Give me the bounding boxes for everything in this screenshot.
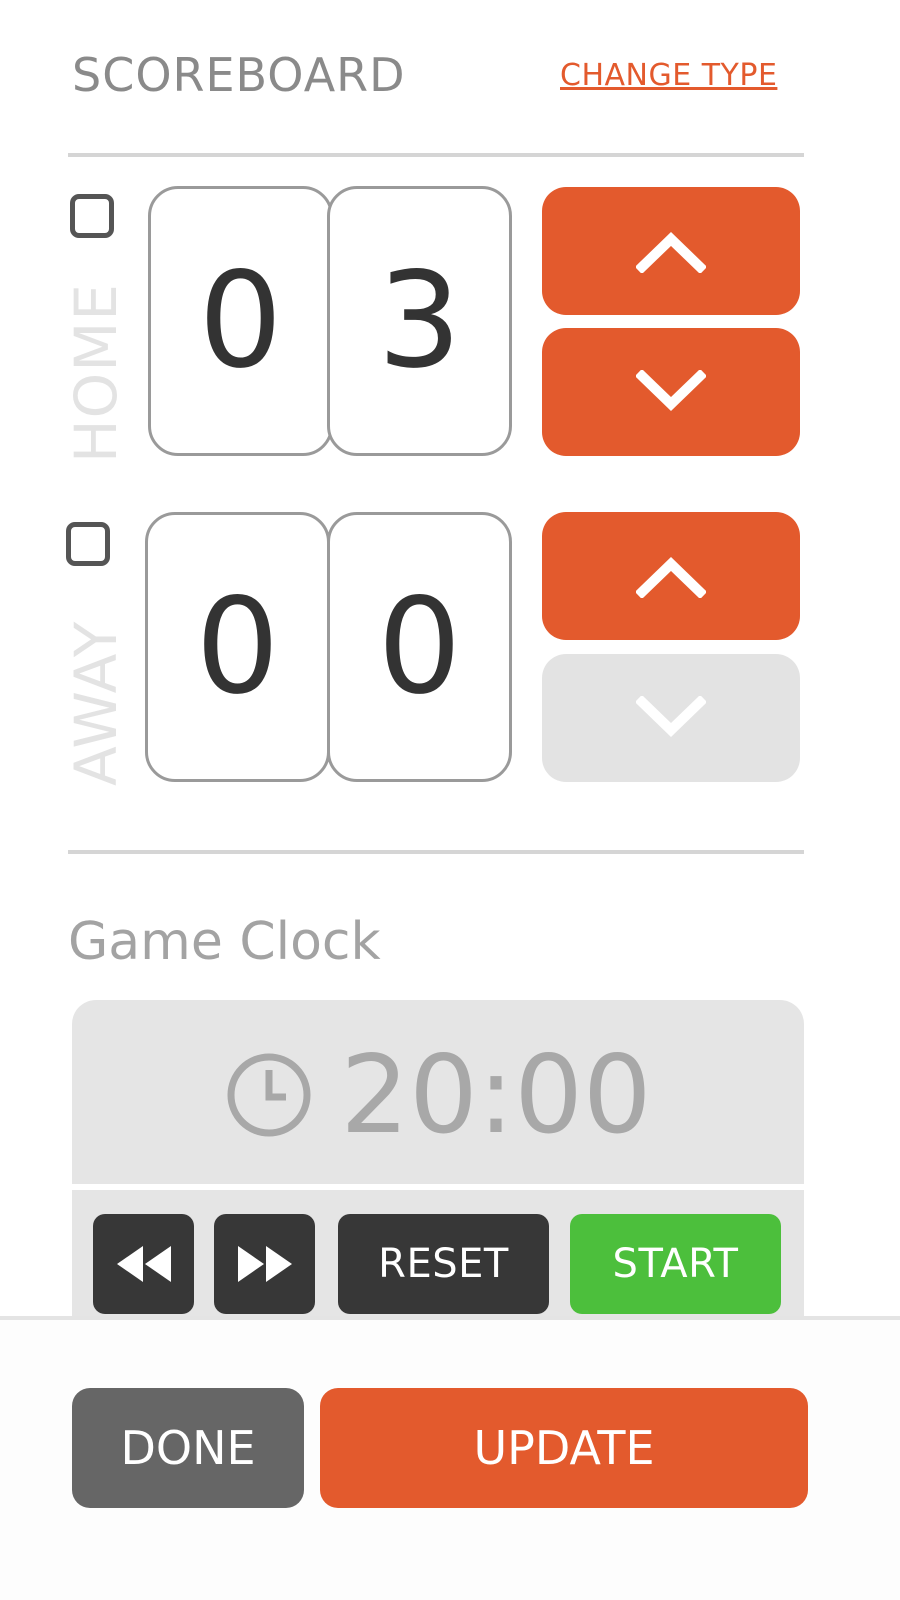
home-increment-button[interactable] <box>542 187 800 315</box>
away-increment-button[interactable] <box>542 512 800 640</box>
home-checkbox[interactable] <box>70 194 114 238</box>
game-clock-display[interactable]: 20:00 <box>72 1030 804 1160</box>
start-button[interactable]: START <box>570 1214 781 1314</box>
page-title: SCOREBOARD <box>72 48 406 102</box>
reset-button[interactable]: RESET <box>338 1214 549 1314</box>
away-checkbox[interactable] <box>66 522 110 566</box>
rewind-icon <box>116 1246 171 1282</box>
update-button[interactable]: UPDATE <box>320 1388 808 1508</box>
fast-forward-button[interactable] <box>214 1214 315 1314</box>
away-score-ones-digit: 0 <box>327 512 512 782</box>
chevron-down-icon <box>636 696 706 737</box>
chevron-up-icon <box>636 232 706 273</box>
rewind-button[interactable] <box>93 1214 194 1314</box>
change-type-link[interactable]: CHANGE TYPE <box>560 58 777 93</box>
game-clock-time: 20:00 <box>340 1032 652 1158</box>
middle-divider <box>68 850 804 854</box>
home-score-tens-digit: 0 <box>148 186 333 456</box>
clock-icon <box>227 1053 311 1137</box>
home-label: HOME <box>62 283 130 463</box>
top-divider <box>68 153 804 157</box>
done-button[interactable]: DONE <box>72 1388 304 1508</box>
home-decrement-button[interactable] <box>542 328 800 456</box>
game-clock-title: Game Clock <box>68 912 381 972</box>
home-score-ones-digit: 3 <box>327 186 512 456</box>
fast-forward-icon <box>237 1246 292 1282</box>
away-label: AWAY <box>62 620 130 786</box>
chevron-up-icon <box>636 557 706 598</box>
away-score-tens-digit: 0 <box>145 512 330 782</box>
chevron-down-icon <box>636 370 706 411</box>
away-decrement-button[interactable] <box>542 654 800 782</box>
